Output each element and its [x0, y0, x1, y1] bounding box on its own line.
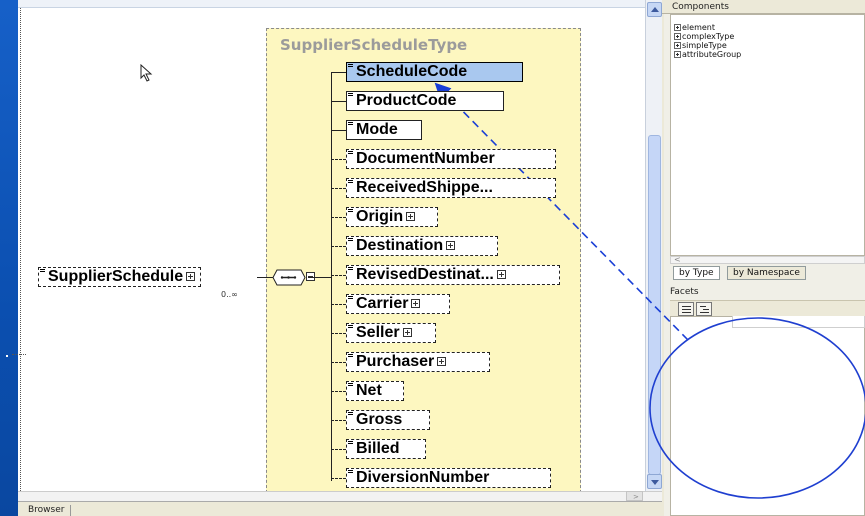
components-horizontal-scrollbar[interactable]: < [670, 255, 865, 264]
child-element-label: Origin [356, 208, 404, 225]
child-element[interactable]: Gross [346, 410, 430, 430]
slide-background [0, 0, 18, 516]
tree-item-complex-type[interactable]: complexType [674, 32, 734, 41]
tree-item-element[interactable]: element [674, 23, 715, 32]
child-element[interactable]: RevisedDestinat... [346, 265, 560, 285]
components-header: Components [662, 0, 865, 14]
scroll-thumb[interactable] [648, 135, 661, 475]
child-connector [331, 217, 346, 218]
tab-by-namespace[interactable]: by Namespace [727, 266, 806, 280]
bottom-tab-bar [18, 501, 662, 516]
sequence-compositor-icon[interactable] [272, 269, 306, 286]
child-element[interactable]: Purchaser [346, 352, 490, 372]
facets-column-header [732, 316, 865, 328]
child-element[interactable]: DocumentNumber [346, 149, 556, 169]
child-element-label: Net [356, 382, 382, 399]
complex-type-title: SupplierScheduleType [280, 36, 468, 54]
child-element[interactable]: Billed [346, 439, 426, 459]
child-connector [331, 130, 346, 131]
root-occurrence: 0..∞ [221, 290, 238, 299]
child-element-label: Destination [356, 237, 444, 254]
facets-panel[interactable] [670, 316, 865, 516]
child-element-label: RevisedDestinat... [356, 266, 494, 283]
child-element[interactable]: Net [346, 381, 404, 401]
child-element-label: ReceivedShippe... [356, 179, 493, 196]
expand-icon[interactable] [402, 328, 412, 338]
child-connector [331, 333, 346, 334]
child-connector [331, 275, 346, 276]
child-connector [331, 478, 346, 479]
child-connector [331, 449, 346, 450]
slide-bullet [6, 355, 8, 357]
child-connector [331, 420, 346, 421]
expand-icon[interactable] [674, 33, 681, 40]
expand-icon[interactable] [411, 299, 421, 309]
horizontal-scrollbar[interactable] [18, 491, 662, 501]
child-connector [331, 391, 346, 392]
left-guide-tick [12, 354, 26, 355]
list-view-icon[interactable] [678, 302, 694, 316]
tab-browser[interactable]: Browser [22, 505, 72, 516]
child-element[interactable]: ReceivedShippe... [346, 178, 556, 198]
child-element-label: Billed [356, 440, 400, 457]
tab-by-type[interactable]: by Type [673, 266, 720, 280]
expand-icon[interactable] [186, 272, 196, 282]
child-connector [331, 159, 346, 160]
expand-icon[interactable] [674, 51, 681, 58]
facets-header: Facets [670, 287, 699, 297]
root-element-label: SupplierSchedule [48, 268, 184, 285]
components-tree[interactable]: element complexType simpleType attribute… [670, 14, 865, 256]
child-connector [331, 304, 346, 305]
expand-icon[interactable] [674, 24, 681, 31]
child-element[interactable]: Origin [346, 207, 438, 227]
scroll-left-icon[interactable]: < [674, 255, 681, 264]
root-connector [257, 277, 273, 278]
child-element[interactable]: Seller [346, 323, 436, 343]
child-element-label: ProductCode [356, 92, 457, 109]
child-element[interactable]: Destination [346, 236, 498, 256]
expand-icon[interactable] [437, 357, 447, 367]
child-element-label: Carrier [356, 295, 409, 312]
child-connector [331, 362, 346, 363]
child-element[interactable]: ScheduleCode [346, 62, 523, 82]
tree-item-attribute-group[interactable]: attributeGroup [674, 50, 741, 59]
child-element-label: DiversionNumber [356, 469, 490, 486]
scroll-down-button[interactable] [647, 474, 662, 489]
child-element-label: DocumentNumber [356, 150, 495, 167]
child-connector [331, 246, 346, 247]
child-element-label: Seller [356, 324, 400, 341]
child-element[interactable]: DiversionNumber [346, 468, 551, 488]
sequence-connector [308, 277, 332, 278]
child-element-label: Mode [356, 121, 398, 138]
child-connector [331, 72, 346, 73]
expand-icon[interactable] [674, 42, 681, 49]
mouse-pointer-icon [140, 64, 153, 82]
child-element[interactable]: ProductCode [346, 91, 504, 111]
expand-icon[interactable] [446, 241, 456, 251]
tree-item-simple-type[interactable]: simpleType [674, 41, 727, 50]
expand-icon[interactable] [496, 270, 506, 280]
child-connector [331, 101, 346, 102]
child-element[interactable]: Mode [346, 120, 422, 140]
left-guide-line [20, 8, 21, 491]
scroll-up-button[interactable] [647, 2, 662, 17]
child-element[interactable]: Carrier [346, 294, 450, 314]
canvas-top-ruler [18, 0, 645, 8]
child-connector [331, 188, 346, 189]
expand-icon[interactable] [406, 212, 416, 222]
tree-view-icon[interactable] [696, 302, 712, 316]
child-element-label: ScheduleCode [356, 63, 468, 80]
child-element-label: Gross [356, 411, 403, 428]
root-element-supplier-schedule[interactable]: SupplierSchedule [38, 267, 202, 287]
child-element-label: Purchaser [356, 353, 435, 370]
vertical-scrollbar[interactable] [645, 0, 662, 491]
scroll-right-button[interactable]: > [626, 491, 643, 501]
